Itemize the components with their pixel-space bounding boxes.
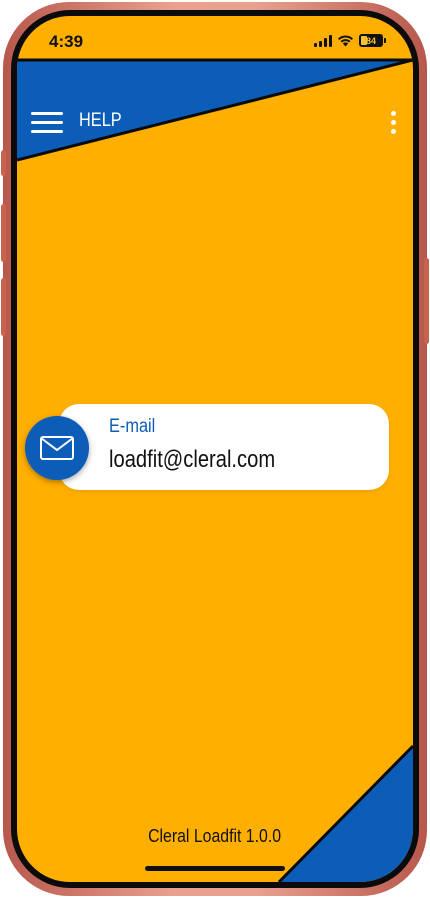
app-bar: HELP bbox=[17, 100, 413, 144]
signal-icon bbox=[314, 34, 332, 47]
phone-bezel: 4:39 84 HELP E-mail loadfit@cleral.com C… bbox=[11, 10, 419, 888]
volume-up-button bbox=[1, 204, 6, 262]
app-screen: 4:39 84 HELP E-mail loadfit@cleral.com C… bbox=[17, 16, 413, 882]
battery-icon: 84 bbox=[359, 34, 386, 47]
wifi-icon bbox=[338, 35, 353, 47]
email-contact-card[interactable]: E-mail loadfit@cleral.com bbox=[59, 404, 389, 490]
page-title: HELP bbox=[79, 110, 122, 131]
app-version: Cleral Loadfit 1.0.0 bbox=[17, 826, 413, 847]
silent-switch bbox=[1, 150, 6, 176]
mail-icon bbox=[40, 436, 74, 460]
mail-button[interactable] bbox=[25, 416, 89, 480]
email-label: E-mail bbox=[109, 416, 156, 437]
phone-frame: 4:39 84 HELP E-mail loadfit@cleral.com C… bbox=[1, 2, 429, 896]
battery-level: 84 bbox=[365, 35, 376, 46]
home-indicator[interactable] bbox=[145, 866, 285, 871]
status-time: 4:39 bbox=[49, 32, 84, 51]
more-vertical-icon[interactable] bbox=[383, 108, 403, 136]
email-address[interactable]: loadfit@cleral.com bbox=[109, 446, 275, 474]
power-button bbox=[424, 258, 429, 344]
hamburger-menu-icon[interactable] bbox=[31, 106, 67, 138]
status-icons: 84 bbox=[314, 34, 386, 47]
volume-down-button bbox=[1, 278, 6, 336]
app-version-text: Cleral Loadfit 1.0.0 bbox=[148, 826, 282, 846]
status-bar: 4:39 84 bbox=[17, 16, 413, 60]
